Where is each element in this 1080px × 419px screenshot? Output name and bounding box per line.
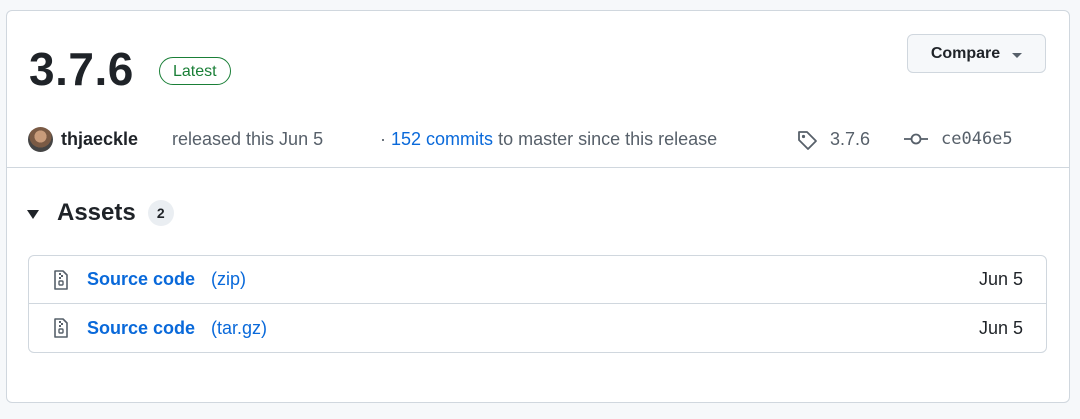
assets-heading: Assets [57, 199, 136, 226]
released-date-text: released this Jun 5 [172, 129, 324, 149]
commits-since-release: · 152 commits to master since this relea… [380, 125, 717, 153]
avatar[interactable] [28, 127, 53, 152]
tag-link[interactable]: 3.7.6 [830, 125, 870, 153]
git-commit-icon [904, 133, 928, 145]
commit-sha-link[interactable]: ce046e5 [941, 125, 1013, 153]
asset-extension[interactable]: (tar.gz) [211, 318, 267, 339]
file-zip-icon [54, 318, 68, 338]
assets-toggle[interactable]: Assets 2 [27, 197, 174, 229]
file-zip-icon [54, 270, 68, 290]
latest-badge: Latest [159, 57, 231, 85]
author-link[interactable]: thjaeckle [61, 125, 138, 153]
asset-link[interactable]: Source code [87, 318, 195, 339]
triangle-down-icon [27, 209, 39, 219]
release-card: 3.7.6 Latest Compare thjaeckle released … [6, 10, 1070, 403]
assets-count-badge: 2 [147, 200, 174, 226]
asset-extension[interactable]: (zip) [211, 269, 246, 290]
triangle-down-icon [1012, 52, 1023, 58]
compare-button[interactable]: Compare [907, 34, 1046, 73]
asset-date: Jun 5 [978, 269, 1023, 289]
release-header: 3.7.6 Latest Compare thjaeckle released … [7, 11, 1069, 168]
compare-button-label: Compare [930, 44, 1001, 62]
commits-suffix: to master since this release [498, 129, 718, 149]
commits-link[interactable]: 152 commits [391, 129, 493, 149]
commits-separator: · [380, 129, 386, 149]
release-meta: thjaeckle released this Jun 5 · 152 comm… [28, 125, 1028, 153]
release-version[interactable]: 3.7.6 [29, 41, 134, 97]
list-item: Source code (zip) Jun 5 [29, 256, 1046, 304]
assets-list: Source code (zip) Jun 5 Source code (tar… [28, 255, 1047, 353]
list-item: Source code (tar.gz) Jun 5 [29, 304, 1046, 352]
asset-link[interactable]: Source code [87, 269, 195, 290]
asset-date: Jun 5 [978, 317, 1023, 338]
tag-icon [798, 131, 817, 150]
